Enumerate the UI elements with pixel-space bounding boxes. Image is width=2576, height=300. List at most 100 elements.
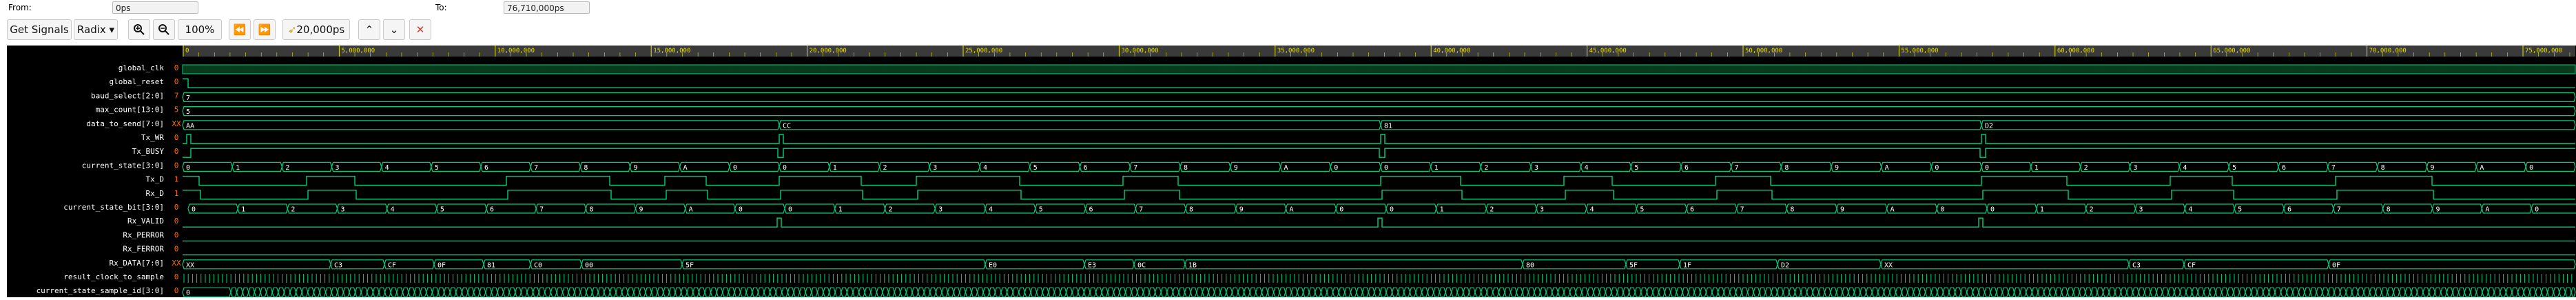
state-sample-id-segment: [1628, 287, 1636, 297]
current-state-label: 3: [1534, 164, 1538, 172]
state-sample-id-segment: [1652, 287, 1660, 297]
current-state-bit-label: 2: [291, 206, 295, 214]
state-sample-id-segment: [1184, 287, 1191, 297]
state-sample-id-segment: [2203, 287, 2211, 297]
state-sample-id-segment: [1806, 287, 1813, 297]
rx-data-label: C0: [534, 261, 542, 269]
state-sample-id-segment: [1492, 287, 1500, 297]
get-signals-button[interactable]: Get Signals: [7, 19, 72, 40]
state-sample-id-segment: [1439, 287, 1446, 297]
state-sample-id-segment: [728, 287, 735, 297]
current-state-label: 4: [1585, 164, 1589, 172]
rx-data-label: 0F: [437, 261, 446, 269]
state-sample-id-segment: [2026, 287, 2033, 297]
state-sample-id-segment: [515, 287, 522, 297]
state-sample-id-segment: [1948, 287, 1956, 297]
move-up-button[interactable]: ⌃: [358, 19, 380, 40]
state-sample-id-segment: [1279, 287, 1286, 297]
current-state-bit-label: 1: [2040, 206, 2044, 214]
rx-data-segment: [1880, 259, 2130, 270]
state-sample-id-segment: [1148, 287, 1156, 297]
next-edge-button[interactable]: ⏩: [254, 19, 276, 40]
state-sample-id-segment: [479, 287, 486, 297]
state-sample-id-segment: [1065, 287, 1073, 297]
to-input[interactable]: 76,710,000ps: [504, 1, 590, 14]
state-sample-id-segment: [2541, 287, 2548, 297]
remove-signal-button[interactable]: ✕: [409, 19, 431, 40]
state-sample-id-segment: [2256, 287, 2264, 297]
state-sample-id-segment: [1415, 287, 1423, 297]
state-sample-id-segment: [2546, 287, 2554, 297]
state-sample-id-segment: [2416, 287, 2424, 297]
state-sample-id-segment: [680, 287, 688, 297]
current-state-label: 0: [1384, 164, 1388, 172]
state-sample-id-segment: [550, 287, 557, 297]
state-sample-id-segment: [1552, 287, 1559, 297]
state-sample-id-segment: [1361, 287, 1369, 297]
zoom-out-button[interactable]: [153, 19, 175, 40]
state-sample-id-segment: [1605, 287, 1612, 297]
state-sample-id-segment: [2493, 287, 2501, 297]
state-sample-id-segment: [467, 287, 475, 297]
from-label: From:: [8, 3, 32, 12]
state-sample-id-segment: [1835, 287, 1843, 297]
waveform-canvas[interactable]: 0 5,000,000 10,000,000 15,000,000 20,000,000…: [7, 46, 2576, 297]
prev-edge-button[interactable]: ⏪: [229, 19, 251, 40]
state-sample-id-segment: [1741, 287, 1749, 297]
state-sample-id-segment: [248, 287, 256, 297]
current-state-label: 2: [285, 164, 289, 172]
state-sample-id-segment: [870, 287, 878, 297]
state-sample-id-segment: [905, 287, 913, 297]
signal-value: 0: [174, 147, 179, 156]
cursor-time-button[interactable]: ➶20,000ps: [282, 19, 350, 40]
current-state-bit-label: 6: [1089, 206, 1093, 214]
rx-data-segment: [985, 259, 1085, 270]
current-state-bit-label: 0: [788, 206, 792, 214]
rx-data-label: C3: [2132, 261, 2141, 269]
state-sample-id-segment: [1871, 287, 1879, 297]
current-state-label: 2: [883, 164, 887, 172]
state-sample-id-segment: [2327, 287, 2335, 297]
state-sample-id-segment: [408, 287, 415, 297]
state-sample-id-segment: [1563, 287, 1571, 297]
state-sample-id-segment: [1634, 287, 1642, 297]
current-state-label: 5: [1033, 164, 1038, 172]
ruler-tick-label: 10,000,000: [497, 48, 535, 54]
waveform-viewer[interactable]: 0 5,000,000 10,000,000 15,000,000 20,000,000…: [7, 46, 2576, 297]
state-sample-id-segment: [1213, 287, 1221, 297]
state-sample-id-segment: [283, 287, 291, 297]
state-sample-id-segment: [532, 287, 539, 297]
signal-name: current_state[3:0]: [82, 161, 164, 170]
state-sample-id-segment: [2019, 287, 2027, 297]
state-sample-id-segment: [1202, 287, 1209, 297]
state-sample-id-segment: [1403, 287, 1411, 297]
state-sample-id-segment: [2464, 287, 2471, 297]
state-sample-id-segment: [2292, 287, 2300, 297]
current-state-bit-label: 5: [1640, 206, 1644, 214]
move-down-button[interactable]: ⌄: [383, 19, 405, 40]
zoom-in-button[interactable]: [128, 19, 150, 40]
zoom-level-button[interactable]: 100%: [178, 19, 222, 40]
rx-data-segment: [681, 259, 986, 270]
state-sample-id-segment: [1569, 287, 1576, 297]
from-input[interactable]: 0ps: [112, 1, 198, 14]
radix-dropdown[interactable]: Radix ▾: [74, 19, 118, 40]
state-sample-id-segment: [1350, 287, 1357, 297]
state-sample-id-segment: [413, 287, 421, 297]
state-sample-id-segment: [828, 287, 836, 297]
state-sample-id-segment: [1297, 287, 1304, 297]
rx-data-label: 00: [585, 261, 593, 269]
current-state-bit-label: 3: [1540, 206, 1544, 214]
state-sample-id-segment: [2523, 287, 2531, 297]
rx-data-segment: [1679, 259, 1778, 270]
state-sample-id-segment: [324, 287, 332, 297]
current-state-label: 7: [1133, 164, 1137, 172]
rx-data-segment: [2183, 259, 2329, 270]
toolbar: From: 0ps To: 76,710,000ps Get Signals R…: [0, 0, 2576, 46]
state-sample-id-segment: [1231, 287, 1239, 297]
state-sample-id-segment: [2144, 287, 2152, 297]
state-sample-id-segment: [2126, 287, 2134, 297]
rx-data-label: 81: [487, 261, 495, 269]
current-state-label: 1: [1434, 164, 1439, 172]
max-count-segment: [182, 106, 2576, 117]
